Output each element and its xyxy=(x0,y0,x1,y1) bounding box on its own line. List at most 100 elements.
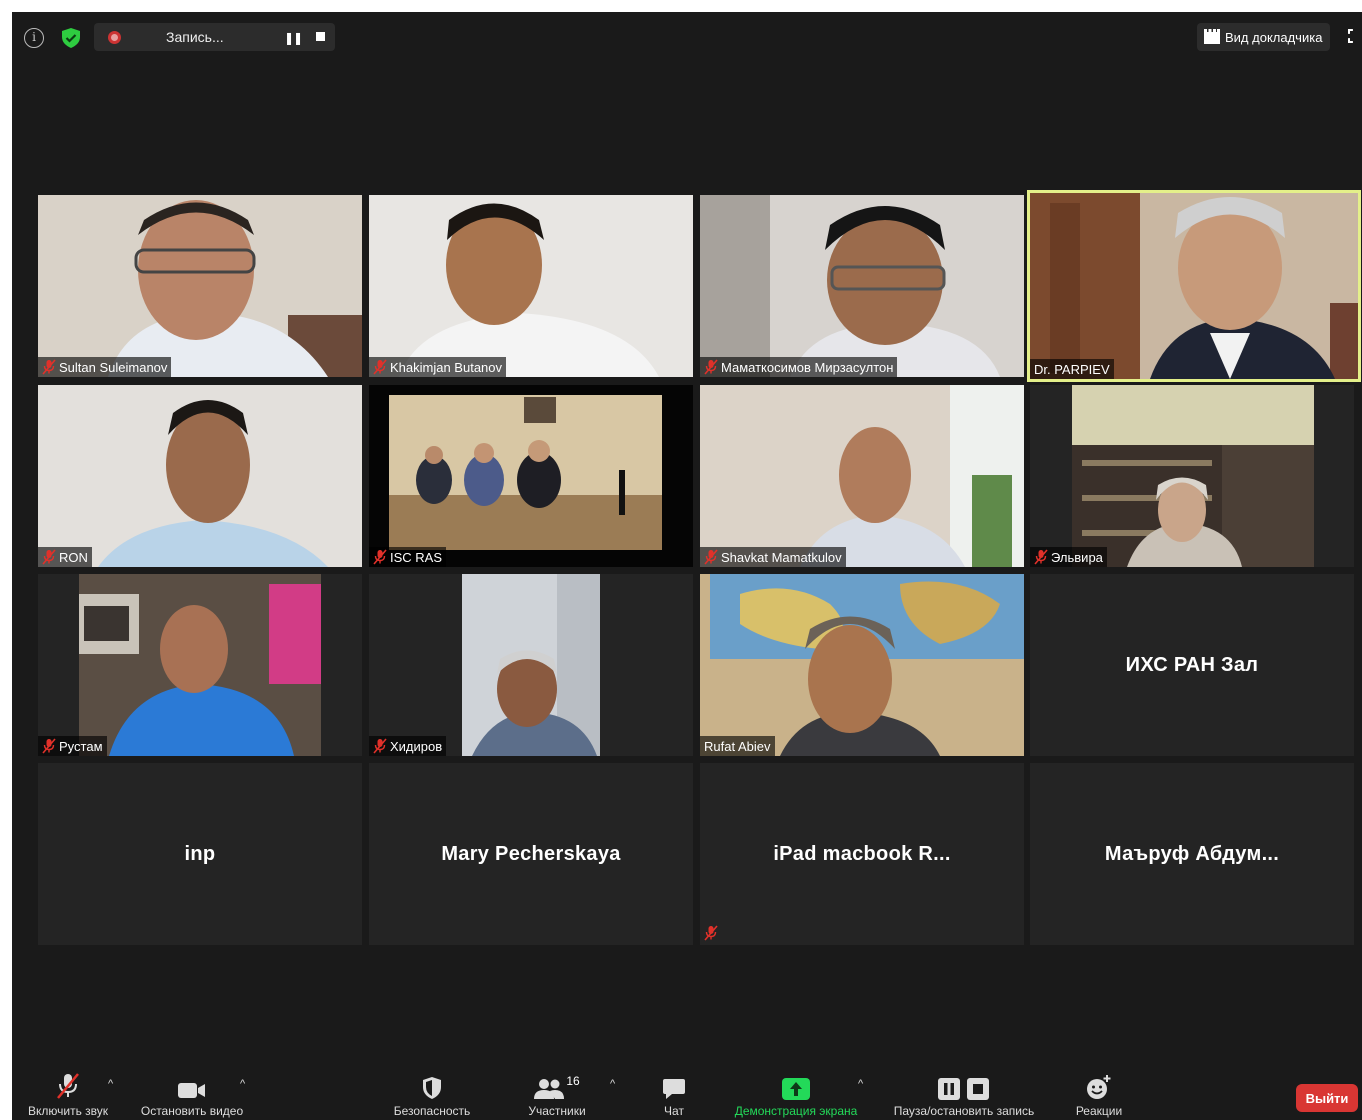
participant-name: Dr. PARPIEV xyxy=(1034,361,1110,377)
participants-icon-group: 16 xyxy=(534,1070,580,1100)
video-tile[interactable]: Маъруф Абдум... xyxy=(1030,763,1354,945)
participants-icon xyxy=(534,1079,565,1099)
video-tile[interactable]: Rufat Abiev xyxy=(700,574,1024,756)
video-tile[interactable]: Эльвира xyxy=(1030,385,1354,567)
participant-name: Shavkat Mamatkulov xyxy=(721,549,842,565)
chat-label: Чат xyxy=(664,1104,684,1118)
video-camera-icon xyxy=(177,1070,207,1100)
audio-options-chevron-icon[interactable]: ^ xyxy=(108,1078,113,1090)
security-label: Безопасность xyxy=(393,1104,471,1118)
mic-muted-icon xyxy=(704,925,718,941)
video-tile[interactable]: ISC RAS xyxy=(369,385,693,567)
video-tile[interactable]: RON xyxy=(38,385,362,567)
participant-nameplate: Dr. PARPIEV xyxy=(1030,359,1114,379)
unmute-label: Включить звук xyxy=(27,1104,109,1118)
participant-name: Маматкосимов Мирзасултон xyxy=(721,359,894,375)
pause-stop-icon xyxy=(938,1070,990,1100)
participant-name: RON xyxy=(59,549,88,565)
participant-video xyxy=(369,195,693,377)
participant-name: Эльвира xyxy=(1051,549,1103,565)
active-speaker-tile[interactable]: Dr. PARPIEV xyxy=(1027,190,1361,382)
participant-video xyxy=(700,574,1024,756)
video-options-chevron-icon[interactable]: ^ xyxy=(240,1078,245,1090)
participant-name: Рустам xyxy=(59,738,103,754)
participant-name: Rufat Abiev xyxy=(704,738,771,754)
security-shield-icon xyxy=(421,1070,443,1100)
video-tile[interactable]: iPad macbook R... xyxy=(700,763,1024,945)
share-screen-button[interactable]: Демонстрация экрана xyxy=(726,1070,866,1120)
record-label: Пауза/остановить запись xyxy=(893,1104,1035,1118)
stop-video-label: Остановить видео xyxy=(140,1104,244,1118)
participant-nameplate: Khakimjan Butanov xyxy=(369,357,507,377)
pause-stop-recording-button[interactable]: Пауза/остановить запись xyxy=(884,1070,1044,1120)
participants-button[interactable]: 16 Участники xyxy=(512,1070,602,1120)
participants-count-badge: 16 xyxy=(566,1074,580,1088)
zoom-meeting-window: i Запись... ❚❚ Вид докладчика Sultan Sul… xyxy=(12,12,1362,1120)
participant-name: inp xyxy=(184,842,216,865)
unmute-button[interactable]: Включить звук xyxy=(22,1070,114,1120)
video-tile[interactable]: Хидиров xyxy=(369,574,693,756)
video-tile[interactable]: Sultan Suleimanov xyxy=(38,195,362,377)
smiley-plus-icon xyxy=(1086,1070,1112,1100)
meeting-toolbar: Включить звук ^ Остановить видео ^ Безоп… xyxy=(12,1070,1362,1120)
participant-video xyxy=(1072,385,1314,567)
mic-muted-icon xyxy=(373,359,387,375)
video-tile[interactable]: Khakimjan Butanov xyxy=(369,195,693,377)
recording-indicator: Запись... ❚❚ xyxy=(94,23,335,51)
mic-muted-icon xyxy=(55,1070,81,1100)
mic-muted-icon xyxy=(373,738,387,754)
speaker-view-icon xyxy=(1204,29,1220,44)
share-screen-label: Демонстрация экрана xyxy=(734,1104,858,1118)
mic-muted-icon xyxy=(42,738,56,754)
stop-video-button[interactable]: Остановить видео xyxy=(132,1070,252,1120)
participant-video xyxy=(79,574,321,756)
participant-name: Маъруф Абдум... xyxy=(1104,842,1280,865)
security-button[interactable]: Безопасность xyxy=(382,1070,482,1120)
participant-nameplate: Rufat Abiev xyxy=(700,736,775,756)
info-icon[interactable]: i xyxy=(24,28,44,48)
mic-muted-icon xyxy=(704,549,718,565)
participant-nameplate: Хидиров xyxy=(369,736,447,756)
participant-video xyxy=(700,195,1024,377)
pause-recording-icon[interactable]: ❚❚ xyxy=(284,31,303,45)
participant-name: Sultan Suleimanov xyxy=(59,359,168,375)
reactions-button[interactable]: Реакции xyxy=(1064,1070,1134,1120)
participant-video xyxy=(700,385,1024,567)
participant-video xyxy=(389,395,662,550)
stop-recording-icon[interactable] xyxy=(316,32,325,41)
participants-options-chevron-icon[interactable]: ^ xyxy=(610,1078,615,1090)
leave-meeting-button[interactable]: Выйти xyxy=(1296,1084,1358,1112)
recording-label: Запись... xyxy=(166,29,224,45)
chat-bubble-icon xyxy=(662,1070,686,1100)
speaker-view-label: Вид докладчика xyxy=(1225,29,1323,45)
participant-nameplate: Sultan Suleimanov xyxy=(38,357,172,377)
video-tile[interactable]: ИХС РАН Зал xyxy=(1030,574,1354,756)
mic-muted-icon xyxy=(42,549,56,565)
participants-label: Участники xyxy=(528,1104,586,1118)
mic-muted-icon xyxy=(1034,549,1048,565)
participant-nameplate: ISC RAS xyxy=(369,547,447,567)
video-tile[interactable]: Рустам xyxy=(38,574,362,756)
top-bar: i Запись... ❚❚ Вид докладчика xyxy=(12,12,1362,60)
participant-name: ИХС РАН Зал xyxy=(1125,653,1259,676)
participant-nameplate: Маматкосимов Мирзасултон xyxy=(700,357,898,377)
participant-nameplate: Рустам xyxy=(38,736,107,756)
mic-muted-icon xyxy=(373,549,387,565)
video-tile[interactable]: Mary Pecherskaya xyxy=(369,763,693,945)
video-tile[interactable]: Shavkat Mamatkulov xyxy=(700,385,1024,567)
mic-muted-icon xyxy=(704,359,718,375)
participant-video xyxy=(1030,193,1358,379)
participant-nameplate: Shavkat Mamatkulov xyxy=(700,547,846,567)
chat-button[interactable]: Чат xyxy=(652,1070,696,1120)
video-tile[interactable]: Маматкосимов Мирзасултон xyxy=(700,195,1024,377)
share-options-chevron-icon[interactable]: ^ xyxy=(858,1078,863,1090)
video-tile[interactable]: inp xyxy=(38,763,362,945)
speaker-view-button[interactable]: Вид докладчика xyxy=(1197,23,1331,51)
mic-muted-icon xyxy=(42,359,56,375)
reactions-label: Реакции xyxy=(1075,1104,1123,1118)
recording-dot-icon xyxy=(108,31,121,44)
fullscreen-icon[interactable] xyxy=(1348,29,1353,43)
participant-video xyxy=(38,195,362,377)
encryption-shield-icon[interactable] xyxy=(60,27,82,49)
participant-name: ISC RAS xyxy=(390,549,443,565)
